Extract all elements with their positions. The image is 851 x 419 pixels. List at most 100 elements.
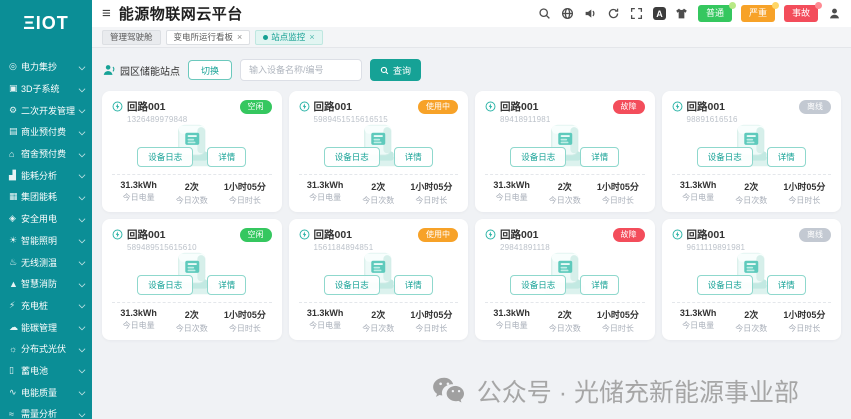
- sidebar-item-charger[interactable]: ⚡ 充电桩: [0, 295, 92, 317]
- device-log-button[interactable]: 设备日志: [697, 147, 753, 167]
- stat: 2次今日次数: [538, 180, 591, 206]
- hamburger-menu-icon[interactable]: ≡: [102, 6, 111, 21]
- stat-value: 31.3kWh: [485, 308, 538, 318]
- device-card: 回路001 空闲 589489515615610 设备日志 详情 31.3kWh…: [102, 219, 282, 340]
- sidebar-item-battery[interactable]: ▯ 蓄电池: [0, 360, 92, 382]
- avatar-icon[interactable]: [827, 7, 841, 21]
- alarm-pill-serious[interactable]: 严重: [741, 5, 775, 22]
- stat-label: 今日次数: [165, 323, 218, 334]
- sidebar-item-gear[interactable]: ⚙ 二次开发管理: [0, 99, 92, 121]
- chevron-down-icon: [79, 150, 86, 157]
- wave-icon: ∿: [9, 387, 21, 398]
- detail-button[interactable]: 详情: [767, 147, 806, 167]
- stat-label: 今日时长: [405, 323, 458, 334]
- globe-icon[interactable]: [561, 7, 575, 21]
- sidebar-item-home[interactable]: ⌂ 宿舍预付费: [0, 143, 92, 165]
- tab-close-icon[interactable]: ×: [237, 33, 242, 42]
- detail-button[interactable]: 详情: [207, 147, 246, 167]
- stat: 1小时05分今日时长: [778, 180, 831, 206]
- tab-close-icon[interactable]: ×: [309, 33, 314, 42]
- sidebar-item-shield[interactable]: ◈ 安全用电: [0, 208, 92, 230]
- sidebar-item-meter[interactable]: ◎ 电力集抄: [0, 56, 92, 78]
- device-log-button[interactable]: 设备日志: [510, 147, 566, 167]
- detail-button[interactable]: 详情: [580, 147, 619, 167]
- gear-icon: ⚙: [9, 105, 21, 116]
- fire-icon: ▲: [9, 279, 21, 289]
- sidebar-item-solar[interactable]: ☼ 分布式光伏: [0, 338, 92, 360]
- stat: 1小时05分今日时长: [405, 180, 458, 206]
- sidebar-item-demand[interactable]: ≈ 需量分析: [0, 403, 92, 419]
- refresh-icon[interactable]: [607, 7, 621, 21]
- sidebar-item-label: 智慧消防: [21, 277, 76, 290]
- chevron-down-icon: [79, 85, 86, 92]
- tab[interactable]: 管理驾驶舱 ×: [102, 30, 161, 45]
- detail-button[interactable]: 详情: [580, 275, 619, 295]
- device-log-button[interactable]: 设备日志: [137, 147, 193, 167]
- stat-value: 2次: [165, 308, 218, 321]
- detail-button[interactable]: 详情: [394, 275, 433, 295]
- card-title: 回路001: [314, 227, 353, 242]
- sidebar-item-bulb[interactable]: ☀ 智能照明: [0, 230, 92, 252]
- home-icon: ⌂: [9, 149, 21, 159]
- sidebar-item-thermometer[interactable]: ♨ 无线测温: [0, 251, 92, 273]
- stat-label: 今日时长: [778, 323, 831, 334]
- status-badge: 空闲: [240, 100, 272, 114]
- sidebar-item-wave[interactable]: ∿ 电能质量: [0, 381, 92, 403]
- card-title: 回路001: [127, 99, 166, 114]
- device-log-button[interactable]: 设备日志: [324, 275, 380, 295]
- search-icon[interactable]: [538, 7, 552, 21]
- stat: 2次今日次数: [352, 308, 405, 334]
- detail-button[interactable]: 详情: [207, 275, 246, 295]
- sidebar-item-chart[interactable]: ▟ 能耗分析: [0, 164, 92, 186]
- tab-label: 变电所运行看板: [174, 31, 234, 43]
- app-window: ΞIOT ◎ 电力集抄 ▣ 3D子系统 ⚙ 二次开发管理 ▤ 商业预付费 ⌂ 宿…: [0, 0, 851, 419]
- sidebar-item-shop[interactable]: ▤ 商业预付费: [0, 121, 92, 143]
- device-search-input[interactable]: [240, 59, 362, 81]
- search-button[interactable]: 查询: [370, 59, 421, 81]
- fullscreen-icon[interactable]: [630, 7, 644, 21]
- device-card: 回路001 使用中 5989451515616515 设备日志 详情 31.3k…: [289, 91, 469, 212]
- alarm-pill-accident[interactable]: 事故: [784, 5, 818, 22]
- sidebar-item-label: 需量分析: [21, 407, 76, 419]
- stat-value: 1小时05分: [218, 308, 271, 321]
- alarm-count-badge: [772, 2, 779, 9]
- stat-value: 31.3kWh: [299, 308, 352, 318]
- volume-icon[interactable]: [584, 7, 598, 21]
- stat-value: 2次: [352, 180, 405, 193]
- stat-value: 31.3kWh: [672, 308, 725, 318]
- sidebar-item-fire[interactable]: ▲ 智慧消防: [0, 273, 92, 295]
- sidebar-item-carbon[interactable]: ☁ 能碳管理: [0, 316, 92, 338]
- stat-label: 今日时长: [218, 323, 271, 334]
- chevron-down-icon: [79, 259, 86, 266]
- device-log-button[interactable]: 设备日志: [137, 275, 193, 295]
- stat: 1小时05分今日时长: [591, 180, 644, 206]
- device-log-button[interactable]: 设备日志: [324, 147, 380, 167]
- card-stats: 31.3kWh今日电量2次今日次数1小时05分今日时长: [299, 174, 459, 206]
- tab[interactable]: 站点监控 ×: [255, 30, 322, 45]
- stat-value: 1小时05分: [405, 308, 458, 321]
- card-stats: 31.3kWh今日电量2次今日次数1小时05分今日时长: [485, 174, 645, 206]
- wechat-icon: [431, 376, 467, 406]
- detail-button[interactable]: 详情: [767, 275, 806, 295]
- card-title: 回路001: [687, 227, 726, 242]
- sidebar-item-cube[interactable]: ▣ 3D子系统: [0, 78, 92, 100]
- detail-button[interactable]: 详情: [394, 147, 433, 167]
- translate-icon[interactable]: A: [653, 7, 666, 20]
- stat: 1小时05分今日时长: [218, 180, 271, 206]
- device-log-button[interactable]: 设备日志: [510, 275, 566, 295]
- tab-bar: 管理驾驶舱 × 变电所运行看板 × 站点监控 ×: [92, 27, 851, 48]
- device-log-button[interactable]: 设备日志: [697, 275, 753, 295]
- tab[interactable]: 变电所运行看板 ×: [166, 30, 251, 45]
- alarm-pill-normal[interactable]: 普通: [698, 5, 732, 22]
- stat-label: 今日次数: [538, 323, 591, 334]
- tab-label: 管理驾驶舱: [110, 31, 153, 43]
- sidebar-item-building[interactable]: ▦ 集团能耗: [0, 186, 92, 208]
- status-badge: 故障: [613, 100, 645, 114]
- stat: 2次今日次数: [725, 180, 778, 206]
- alarm-label: 严重: [749, 8, 767, 18]
- card-stats: 31.3kWh今日电量2次今日次数1小时05分今日时长: [672, 302, 832, 334]
- charger-icon: ⚡: [9, 300, 21, 311]
- theme-icon[interactable]: [675, 7, 689, 21]
- switch-station-button[interactable]: 切换: [188, 60, 232, 80]
- station-label: 园区储能站点: [120, 63, 180, 78]
